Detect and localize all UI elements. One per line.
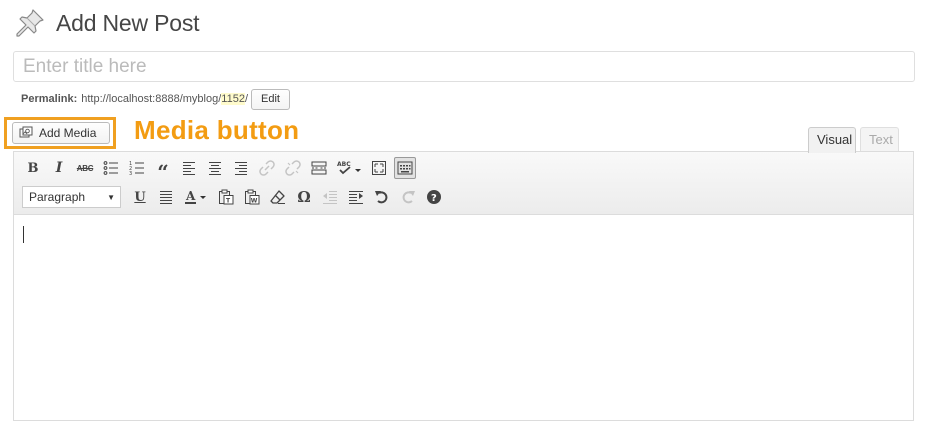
remove-link-button[interactable] [282, 157, 304, 179]
bold-icon: B [27, 160, 39, 176]
format-select[interactable]: Paragraph ▼ [22, 186, 121, 208]
text-color-icon: A [185, 189, 206, 204]
align-left-button[interactable] [178, 157, 200, 179]
align-center-icon [209, 162, 221, 175]
add-media-label: Add Media [39, 126, 97, 140]
push-pin-icon [16, 9, 44, 37]
outdent-button[interactable] [319, 186, 341, 208]
toolbar-row-2: Paragraph ▼ U A T W Ω ? [22, 185, 449, 209]
undo-icon [375, 191, 388, 204]
align-left-icon [183, 162, 195, 175]
toolbar-row-1: B I ABC 1 2 3 “ ABC [22, 156, 420, 184]
help-icon: ? [427, 190, 441, 204]
editor-toolbar: B I ABC 1 2 3 “ ABC Paragraph ▼ U A T W … [14, 152, 913, 215]
align-right-button[interactable] [230, 157, 252, 179]
bold-button[interactable]: B [22, 157, 44, 179]
read-more-icon [311, 161, 327, 175]
redo-icon [402, 191, 415, 204]
insert-more-button[interactable] [308, 157, 330, 179]
kitchen-sink-icon [397, 161, 413, 175]
undo-button[interactable] [371, 186, 393, 208]
insert-link-button[interactable] [256, 157, 278, 179]
tab-visual[interactable]: Visual [808, 127, 856, 153]
numbered-list-icon: 1 2 3 [129, 161, 144, 176]
unlink-icon [285, 160, 301, 176]
strikethrough-icon: ABC [76, 163, 94, 173]
special-character-button[interactable]: Ω [293, 186, 315, 208]
indent-icon [349, 191, 363, 204]
media-icon [19, 126, 33, 138]
clear-formatting-button[interactable] [267, 186, 289, 208]
tab-text[interactable]: Text [860, 127, 899, 152]
svg-text:3: 3 [129, 171, 132, 176]
underline-icon: U [134, 189, 146, 205]
eraser-icon [270, 190, 285, 204]
indent-button[interactable] [345, 186, 367, 208]
fullscreen-button[interactable] [368, 157, 390, 179]
bulleted-list-button[interactable] [100, 157, 122, 179]
text-color-button[interactable]: A [181, 186, 211, 208]
redo-button[interactable] [397, 186, 419, 208]
permalink-base-url: http://localhost:8888/myblog/ [81, 93, 222, 105]
kitchen-sink-button[interactable] [394, 157, 416, 179]
text-color-glyph: A [185, 189, 196, 203]
svg-text:W: W [251, 198, 258, 205]
paste-from-word-button[interactable]: W [241, 186, 263, 208]
italic-button[interactable]: I [48, 157, 70, 179]
post-editor: B I ABC 1 2 3 “ ABC Paragraph ▼ U A T W … [13, 151, 914, 421]
spellcheck-button[interactable]: ABC [334, 157, 364, 179]
page-title: Add New Post [56, 9, 200, 36]
strikethrough-button[interactable]: ABC [74, 157, 96, 179]
blockquote-icon: “ [157, 160, 169, 184]
text-cursor [23, 226, 24, 243]
omega-icon: Ω [297, 188, 311, 206]
permalink-label: Permalink: [21, 93, 78, 105]
fullscreen-icon [372, 161, 386, 175]
edit-permalink-button[interactable]: Edit [251, 88, 290, 110]
blockquote-button[interactable]: “ [152, 157, 174, 184]
format-select-value: Paragraph [29, 190, 86, 204]
svg-text:?: ? [431, 193, 437, 204]
align-right-icon [235, 162, 247, 175]
permalink-slug[interactable]: 1152 [221, 93, 245, 105]
add-media-button[interactable]: Add Media [12, 122, 110, 144]
numbered-list-button[interactable]: 1 2 3 [126, 157, 148, 179]
paste-as-text-button[interactable]: T [215, 186, 237, 208]
help-button[interactable]: ? [423, 186, 445, 208]
page-header: Add New Post [14, 6, 200, 40]
outdent-icon [323, 191, 337, 204]
caret-down-icon: ▼ [107, 192, 115, 202]
justify-icon [160, 191, 172, 204]
editor-content-area[interactable] [14, 215, 913, 420]
align-center-button[interactable] [204, 157, 226, 179]
italic-icon: I [55, 160, 63, 176]
clipboard-text-icon: T [219, 189, 234, 205]
clipboard-word-icon: W [245, 189, 260, 205]
permalink-row: Permalink: http://localhost:8888/myblog/… [21, 88, 290, 110]
spellcheck-icon: ABC [337, 161, 361, 175]
underline-button[interactable]: U [129, 186, 151, 208]
justify-button[interactable] [155, 186, 177, 208]
media-button-annotation: Media button [134, 115, 300, 145]
post-title-input[interactable] [13, 51, 915, 82]
link-icon [259, 160, 275, 176]
bulleted-list-icon [103, 161, 118, 175]
permalink-trailing-slash: / [244, 93, 248, 105]
